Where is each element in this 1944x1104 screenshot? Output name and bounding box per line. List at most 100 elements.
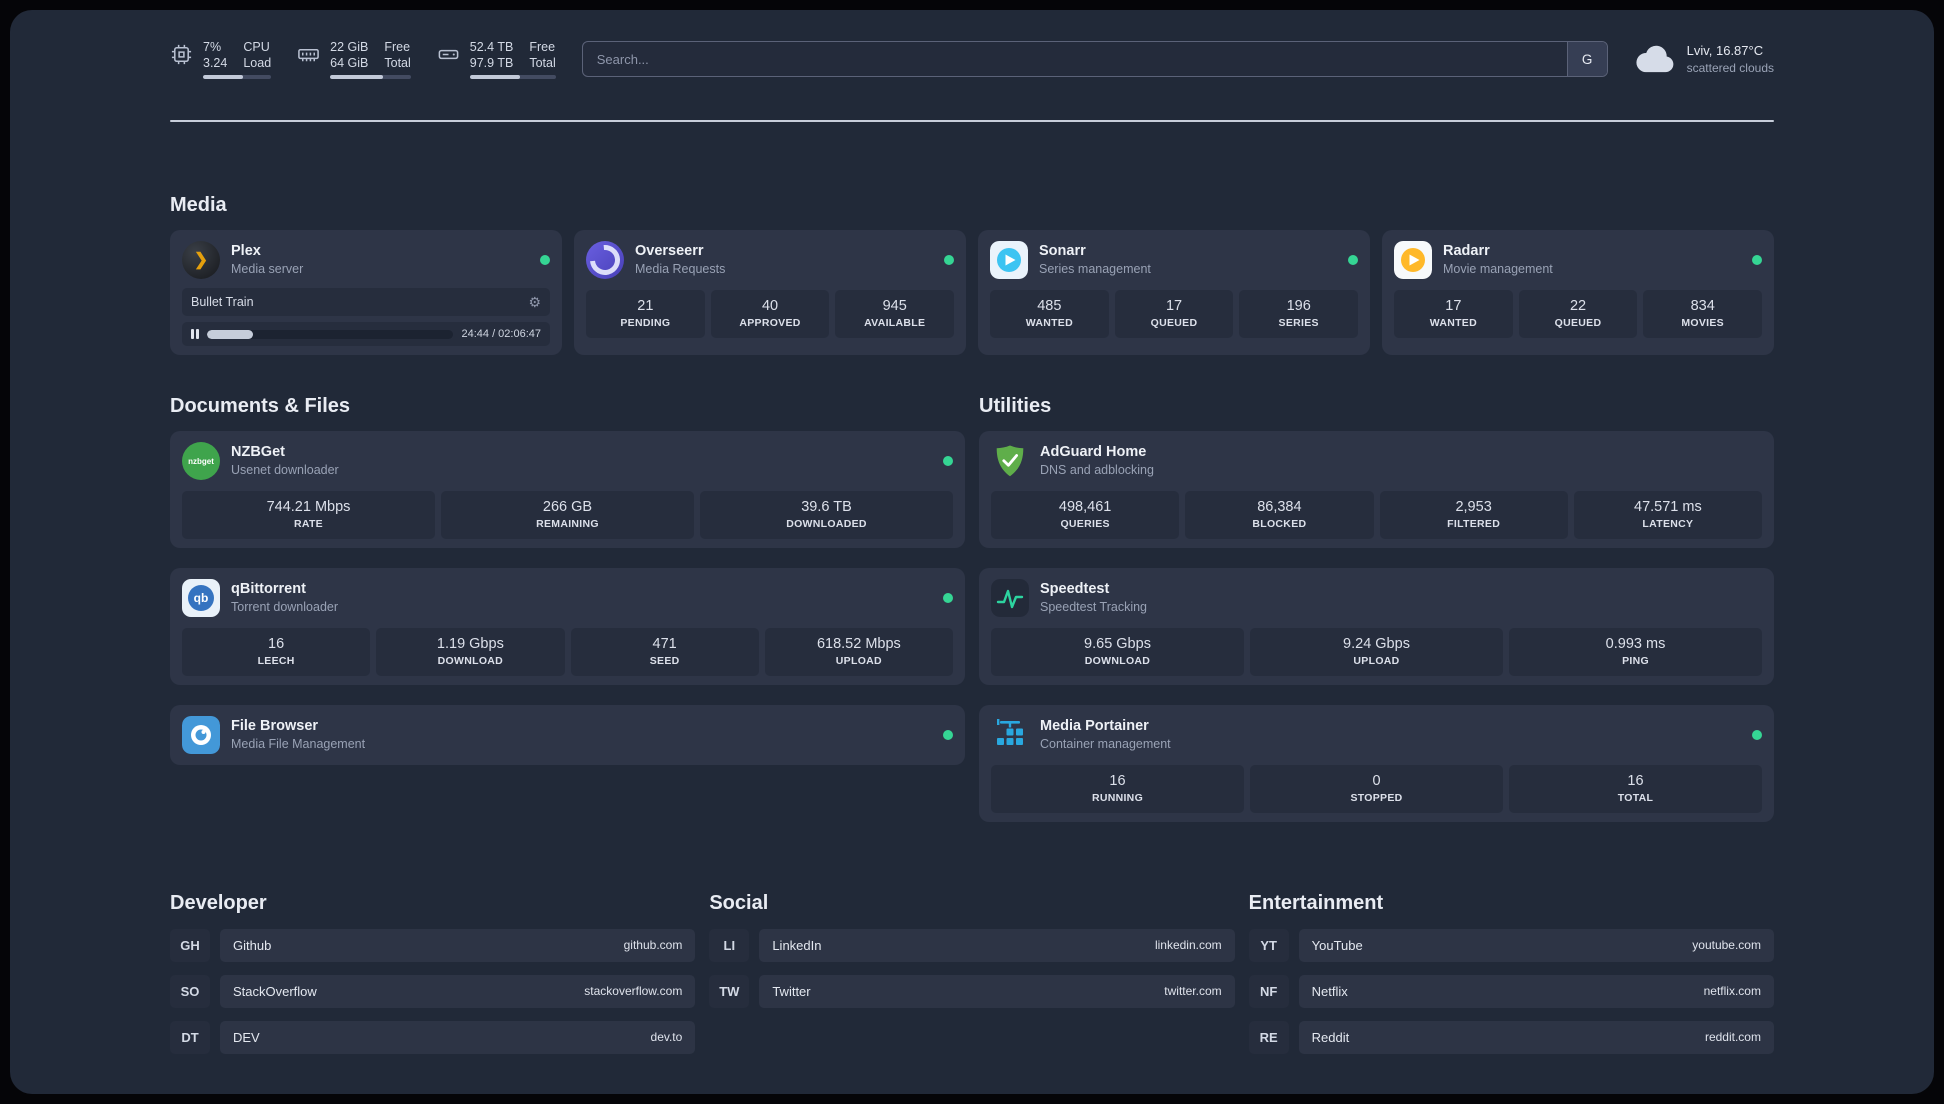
cpu-sublabel: Load — [243, 56, 272, 70]
bookmark-linkedin[interactable]: LI LinkedIn linkedin.com — [709, 928, 1235, 962]
bookmark-group-entertainment: Entertainment YT YouTube youtube.com NF … — [1248, 892, 1774, 1067]
bookmark-url: github.com — [623, 938, 683, 953]
bookmark-reddit[interactable]: RE Reddit reddit.com — [1248, 1020, 1774, 1054]
disk-usage-bar — [469, 75, 556, 80]
service-card-plex[interactable]: Plex Media server Bullet Train 24:44 / 0… — [170, 230, 562, 355]
cpu-icon — [170, 43, 193, 66]
stat-total: 16 TOTAL — [1509, 764, 1762, 813]
service-title: Media Portainer — [1040, 718, 1149, 735]
bookmark-url: netflix.com — [1703, 984, 1761, 999]
header-divider — [170, 120, 1774, 122]
status-dot — [944, 255, 954, 265]
section-heading-media: Media — [170, 194, 227, 216]
bookmark-name: YouTube — [1311, 937, 1363, 953]
speedtest-icon — [991, 578, 1029, 617]
status-dot — [540, 255, 550, 265]
bookmarks: Developer GH Github github.com SO StackO… — [170, 892, 1774, 1067]
stat-download: 9.65 Gbps DOWNLOAD — [991, 627, 1244, 676]
service-card-filebrowser[interactable]: File Browser Media File Management — [170, 704, 965, 765]
service-card-qbittorrent[interactable]: qBittorrent Torrent downloader 16 LEECH … — [170, 567, 965, 685]
status-dot — [943, 456, 953, 466]
service-card-adguard[interactable]: AdGuard Home DNS and adblocking 498,461 … — [979, 431, 1774, 548]
nzbget-icon — [182, 442, 220, 480]
service-title: AdGuard Home — [1040, 444, 1147, 461]
bookmark-url: reddit.com — [1704, 1030, 1761, 1045]
service-subtitle: DNS and adblocking — [1040, 463, 1154, 478]
qbittorrent-icon — [182, 578, 220, 617]
service-subtitle: Media Requests — [635, 262, 726, 277]
bookmark-dev[interactable]: DT DEV dev.to — [170, 1020, 696, 1054]
stat-latency: 47.571 ms LATENCY — [1573, 491, 1762, 539]
playback-time: 24:44 / 02:06:47 — [461, 328, 541, 340]
service-card-overseerr[interactable]: Overseerr Media Requests 21 PENDING 40 A… — [574, 230, 966, 355]
search-input[interactable] — [582, 42, 1567, 76]
bookmark-abbr: TW — [709, 974, 750, 1008]
cpu-percent: 7% — [203, 39, 222, 54]
portainer-icon — [991, 716, 1029, 754]
status-dot — [943, 729, 953, 740]
bookmark-url: twitter.com — [1164, 984, 1222, 999]
bookmark-url: stackoverflow.com — [584, 984, 683, 999]
service-title: File Browser — [231, 718, 319, 735]
gear-icon[interactable] — [528, 295, 541, 309]
stat-upload: 618.52 Mbps UPLOAD — [764, 627, 953, 676]
service-title: Speedtest — [1040, 581, 1110, 598]
stat-downloaded: 39.6 TB DOWNLOADED — [700, 491, 953, 539]
stat-filtered: 2,953 FILTERED — [1379, 491, 1568, 539]
media-grid: Plex Media server Bullet Train 24:44 / 0… — [170, 230, 1774, 355]
bookmark-netflix[interactable]: NF Netflix netflix.com — [1248, 974, 1774, 1008]
utilities-column: Utilities AdGuard Home DNS and adblockin… — [979, 395, 1774, 842]
service-title: Plex — [231, 243, 261, 260]
service-title: NZBGet — [231, 444, 285, 461]
stat-running: 16 RUNNING — [991, 764, 1244, 813]
memory-usage-bar — [330, 75, 411, 80]
status-dot — [1752, 255, 1762, 265]
plex-icon — [182, 241, 220, 279]
bookmark-abbr: RE — [1248, 1020, 1289, 1054]
stat-series: 196 SERIES — [1239, 290, 1359, 338]
bookmark-twitter[interactable]: TW Twitter twitter.com — [709, 974, 1235, 1008]
bookmark-name: Twitter — [772, 983, 811, 999]
service-card-speedtest[interactable]: Speedtest Speedtest Tracking 9.65 Gbps D… — [979, 567, 1774, 685]
bookmark-abbr: LI — [709, 928, 750, 962]
documents-column: Documents & Files NZBGet Usenet download… — [170, 395, 965, 842]
playback-progress-bar[interactable] — [206, 329, 454, 339]
stat-queued: 22 QUEUED — [1518, 290, 1638, 338]
pause-button[interactable] — [191, 329, 199, 339]
service-card-nzbget[interactable]: NZBGet Usenet downloader 744.21 Mbps RAT… — [170, 431, 965, 548]
status-dot — [1348, 255, 1358, 265]
service-title: Sonarr — [1039, 243, 1086, 260]
weather-condition: scattered clouds — [1686, 60, 1774, 75]
service-card-portainer[interactable]: Media Portainer Container management 16 … — [979, 704, 1774, 822]
bookmark-abbr: YT — [1248, 928, 1289, 962]
bookmark-url: youtube.com — [1692, 938, 1761, 953]
stat-blocked: 86,384 BLOCKED — [1185, 491, 1374, 539]
now-playing-progress-row: 24:44 / 02:06:47 — [182, 322, 550, 346]
bookmark-group-developer: Developer GH Github github.com SO StackO… — [170, 892, 696, 1067]
service-title: Overseerr — [635, 243, 704, 260]
service-subtitle: Container management — [1040, 737, 1171, 752]
stat-movies: 834 MOVIES — [1643, 290, 1763, 338]
bookmark-name: Github — [233, 937, 272, 953]
search-provider-button[interactable]: G — [1566, 42, 1607, 76]
service-card-radarr[interactable]: Radarr Movie management 17 WANTED 22 QUE… — [1382, 230, 1774, 355]
now-playing-track: Bullet Train — [191, 295, 254, 309]
stat-leech: 16 LEECH — [182, 627, 371, 676]
cpu-usage-bar-fill — [203, 75, 243, 80]
bookmark-github[interactable]: GH Github github.com — [170, 928, 696, 962]
memory-free-label: Free — [384, 39, 411, 54]
search-bar[interactable]: G — [581, 41, 1608, 77]
weather-widget: Lviv, 16.87°C scattered clouds — [1634, 42, 1774, 77]
cloud-icon — [1634, 44, 1676, 74]
adguard-icon — [991, 442, 1029, 480]
bookmark-stackoverflow[interactable]: SO StackOverflow stackoverflow.com — [170, 974, 696, 1008]
stat-ping: 0.993 ms PING — [1509, 627, 1762, 676]
disk-free: 52.4 TB — [469, 39, 514, 54]
bookmark-abbr: GH — [170, 928, 210, 962]
stat-upload: 9.24 Gbps UPLOAD — [1250, 627, 1503, 676]
bookmark-youtube[interactable]: YT YouTube youtube.com — [1248, 928, 1774, 962]
status-dot — [943, 592, 953, 603]
now-playing-title-row: Bullet Train — [182, 288, 550, 316]
service-subtitle: Media File Management — [231, 737, 366, 752]
service-card-sonarr[interactable]: Sonarr Series management 485 WANTED 17 Q… — [978, 230, 1370, 355]
